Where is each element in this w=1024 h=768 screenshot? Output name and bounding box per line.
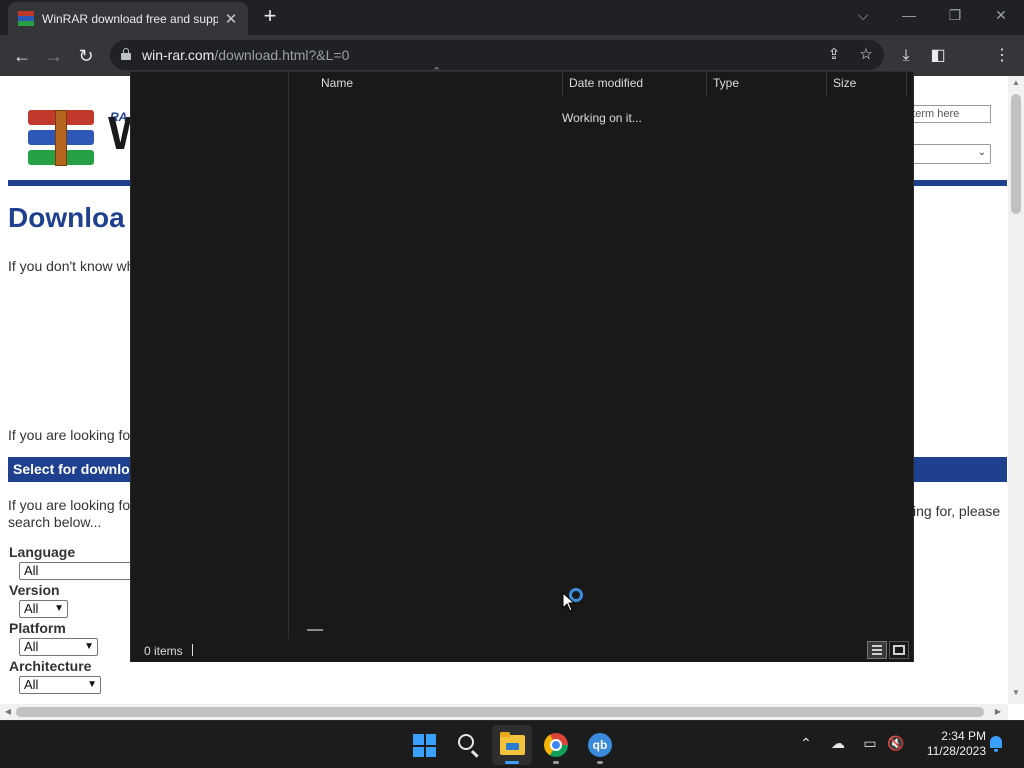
address-bar[interactable]: win-rar.com/download.html?&L=0 ⇪ ☆ xyxy=(110,40,884,70)
close-window-button[interactable]: ✕ xyxy=(986,4,1016,26)
column-header-name[interactable]: Name xyxy=(315,72,563,96)
items-count: 0 items xyxy=(144,644,183,658)
intro-text: If you don't know wh xyxy=(8,258,135,274)
running-indicator xyxy=(597,761,603,764)
start-icon xyxy=(413,734,436,757)
tab-search-dropdown-icon[interactable]: ⌵ xyxy=(848,4,878,26)
details-view-icon[interactable] xyxy=(867,641,887,659)
menu-icon[interactable]: ⋮ xyxy=(990,44,1014,68)
reload-button[interactable]: ↻ xyxy=(72,42,100,70)
horizontal-scroll-thumb[interactable] xyxy=(16,707,984,717)
restore-button[interactable]: ❐ xyxy=(940,4,970,26)
share-icon[interactable]: ⇪ xyxy=(824,45,844,65)
section-text-right: king for, please xyxy=(906,503,1001,519)
notification-bell-icon[interactable] xyxy=(988,735,1004,753)
onedrive-icon[interactable]: ☁ xyxy=(828,733,848,753)
browser-tab[interactable]: WinRAR download free and support ✕ xyxy=(8,2,248,35)
section-title: Select for downlo xyxy=(13,461,130,477)
taskbar-chrome[interactable] xyxy=(536,725,576,765)
browser-tab-bar: WinRAR download free and support ✕ + ⌵ —… xyxy=(0,0,1024,35)
star-icon[interactable]: ☆ xyxy=(856,45,876,65)
back-button[interactable]: ← xyxy=(8,42,36,70)
column-header-date-modified[interactable]: Date modified xyxy=(563,72,707,96)
start-button[interactable] xyxy=(404,725,444,765)
search-below-text: search below... xyxy=(8,514,102,530)
clock-date: 11/28/2023 xyxy=(926,744,986,758)
taskbar-qbittorrent[interactable]: qb xyxy=(580,725,620,765)
scroll-left-arrow-icon[interactable]: ◀ xyxy=(0,704,16,720)
download-icon[interactable]: ⤓ xyxy=(894,44,918,68)
looking-for-text: If you are looking fo xyxy=(8,427,131,443)
volume-mute-icon[interactable]: 🔇 xyxy=(886,733,906,753)
page-horizontal-scrollbar[interactable]: ◀ ▶ xyxy=(0,704,1008,720)
language-label: Language xyxy=(9,544,76,560)
vertical-scroll-thumb[interactable] xyxy=(1011,94,1021,214)
active-indicator xyxy=(505,761,519,764)
file-dialog: ⌃ Name Date modified Type Size Working o… xyxy=(130,66,914,662)
section-text-left: If you are looking fo xyxy=(8,497,131,513)
search-icon xyxy=(458,734,474,750)
scroll-down-arrow-icon[interactable]: ▼ xyxy=(1008,686,1024,700)
chevron-up-icon[interactable]: ⌃ xyxy=(796,733,816,753)
architecture-label: Architecture xyxy=(9,658,92,674)
taskbar-clock[interactable]: 2:34 PM 11/28/2023 xyxy=(914,729,986,759)
page-title: Downloa xyxy=(8,202,125,233)
file-explorer-icon xyxy=(500,732,525,755)
network-icon[interactable]: ▭ xyxy=(860,733,880,753)
qbittorrent-icon: qb xyxy=(588,733,612,757)
tab-close-icon[interactable]: ✕ xyxy=(224,10,238,28)
profile-icon[interactable] xyxy=(958,44,982,68)
column-header-size[interactable]: Size xyxy=(827,72,907,96)
lock-icon[interactable] xyxy=(121,48,131,60)
clock-time: 2:34 PM xyxy=(941,729,986,743)
tab-title: WinRAR download free and support xyxy=(42,11,218,26)
browser-toolbar: ← → ↻ win-rar.com/download.html?&L=0 ⇪ ☆… xyxy=(0,35,1024,76)
platform-select[interactable]: All ▼ xyxy=(19,638,98,656)
taskbar-search-button[interactable] xyxy=(448,725,488,765)
side-panel-icon[interactable]: ◧ xyxy=(926,44,950,68)
mouse-cursor-icon xyxy=(562,592,576,612)
scroll-right-arrow-icon[interactable]: ▶ xyxy=(990,704,1006,720)
url-text[interactable]: win-rar.com/download.html?&L=0 xyxy=(142,47,349,63)
forward-button[interactable]: → xyxy=(40,42,68,70)
running-indicator xyxy=(553,761,559,764)
taskbar-file-explorer[interactable] xyxy=(492,725,532,765)
page-vertical-scrollbar[interactable]: ▲ ▼ xyxy=(1008,76,1024,704)
column-header-type[interactable]: Type xyxy=(707,72,827,96)
list-scroll-indicator xyxy=(307,629,323,631)
architecture-select[interactable]: All ▼ xyxy=(19,676,101,694)
language-select[interactable]: All xyxy=(19,562,139,580)
loading-message: Working on it... xyxy=(562,111,642,125)
scroll-up-arrow-icon[interactable]: ▲ xyxy=(1008,76,1024,90)
taskbar: qb ⌃ ☁ ▭ 🔇 2:34 PM 11/28/2023 xyxy=(0,720,1024,768)
minimize-button[interactable]: — xyxy=(894,4,924,26)
google-icon[interactable] xyxy=(792,45,812,65)
version-label: Version xyxy=(9,582,60,598)
winrar-favicon-icon xyxy=(18,10,34,27)
winrar-logo[interactable] xyxy=(28,110,96,166)
platform-label: Platform xyxy=(9,620,66,636)
new-tab-button[interactable]: + xyxy=(258,4,282,30)
status-separator xyxy=(192,644,193,656)
dialog-status-bar: 0 items xyxy=(131,639,913,662)
version-select[interactable]: All ▼ xyxy=(19,600,68,618)
large-icons-view-icon[interactable] xyxy=(889,641,909,659)
chrome-icon xyxy=(544,733,568,757)
navigation-pane[interactable] xyxy=(131,72,289,639)
